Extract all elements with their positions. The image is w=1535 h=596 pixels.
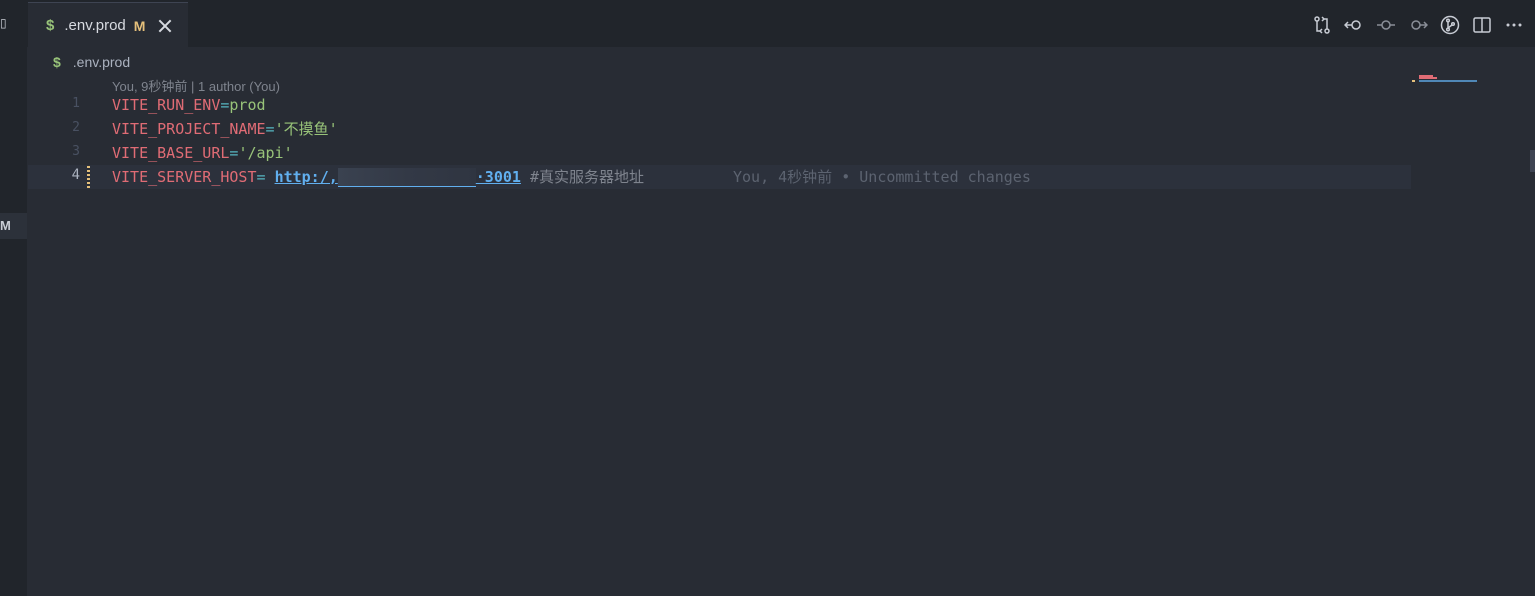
close-icon[interactable]	[157, 18, 173, 34]
inline-blame-annotation[interactable]: You, 4秒钟前 • Uncommitted changes	[733, 165, 1031, 189]
tab-env-prod[interactable]: $ .env.prod M	[28, 2, 188, 48]
code-line[interactable]: VITE_BASE_URL='/api'	[112, 142, 293, 164]
explorer-glyph-icon: ▯	[0, 16, 7, 30]
modified-badge: M	[133, 17, 146, 34]
code-line[interactable]: VITE_RUN_ENV=prod	[112, 94, 266, 116]
line-number: 2	[72, 120, 80, 135]
line-number-active: 4	[71, 167, 80, 183]
env-value: '/api'	[238, 144, 293, 162]
breadcrumb[interactable]: $ .env.prod	[53, 52, 130, 72]
activity-strip: ▯ M	[0, 0, 27, 596]
redacted-region	[337, 168, 476, 187]
env-comment: #真实服务器地址	[520, 168, 644, 186]
explorer-modified-badge: M	[0, 218, 11, 233]
git-blame-codelens[interactable]: You, 9秒钟前 | 1 author (You)	[112, 76, 280, 95]
breadcrumb-file-label[interactable]: .env.prod	[73, 54, 130, 70]
assign-operator: =	[256, 168, 275, 186]
url-link-end[interactable]: ·3001	[476, 168, 521, 186]
env-key: VITE_BASE_URL	[112, 144, 230, 162]
gitlens-icon[interactable]	[1439, 14, 1461, 36]
dollar-file-icon: $	[46, 17, 55, 34]
env-value: prod	[229, 96, 266, 114]
tab-bar: $ .env.prod M	[27, 0, 1535, 48]
editor-toolbar	[1311, 10, 1535, 40]
scrollbar-position-marker[interactable]	[1530, 150, 1535, 172]
env-key: VITE_PROJECT_NAME	[112, 120, 266, 138]
previous-change-icon[interactable]	[1343, 14, 1365, 36]
vertical-scrollbar[interactable]	[1529, 47, 1535, 596]
dollar-file-icon: $	[53, 54, 61, 70]
line-number: 3	[72, 144, 80, 159]
code-line-active[interactable]: VITE_SERVER_HOST= http:/, ·3001 #真实服务器地址	[112, 166, 644, 188]
env-key: VITE_RUN_ENV	[112, 96, 221, 114]
line-number: 1	[72, 96, 80, 111]
env-value: '不摸鱼'	[274, 120, 338, 138]
next-change-icon[interactable]	[1407, 14, 1429, 36]
code-line[interactable]: VITE_PROJECT_NAME='不摸鱼'	[112, 118, 338, 140]
modified-line-indicator[interactable]	[87, 166, 90, 188]
tab-label: .env.prod	[64, 17, 126, 34]
assign-operator: =	[265, 120, 275, 138]
minimap[interactable]	[1412, 72, 1482, 84]
commit-icon[interactable]	[1375, 14, 1397, 36]
env-key: VITE_SERVER_HOST	[112, 168, 257, 186]
url-link-start[interactable]: http:/,	[275, 168, 338, 186]
more-actions-icon[interactable]	[1503, 14, 1525, 36]
open-changes-icon[interactable]	[1311, 14, 1333, 36]
split-editor-icon[interactable]	[1471, 14, 1493, 36]
